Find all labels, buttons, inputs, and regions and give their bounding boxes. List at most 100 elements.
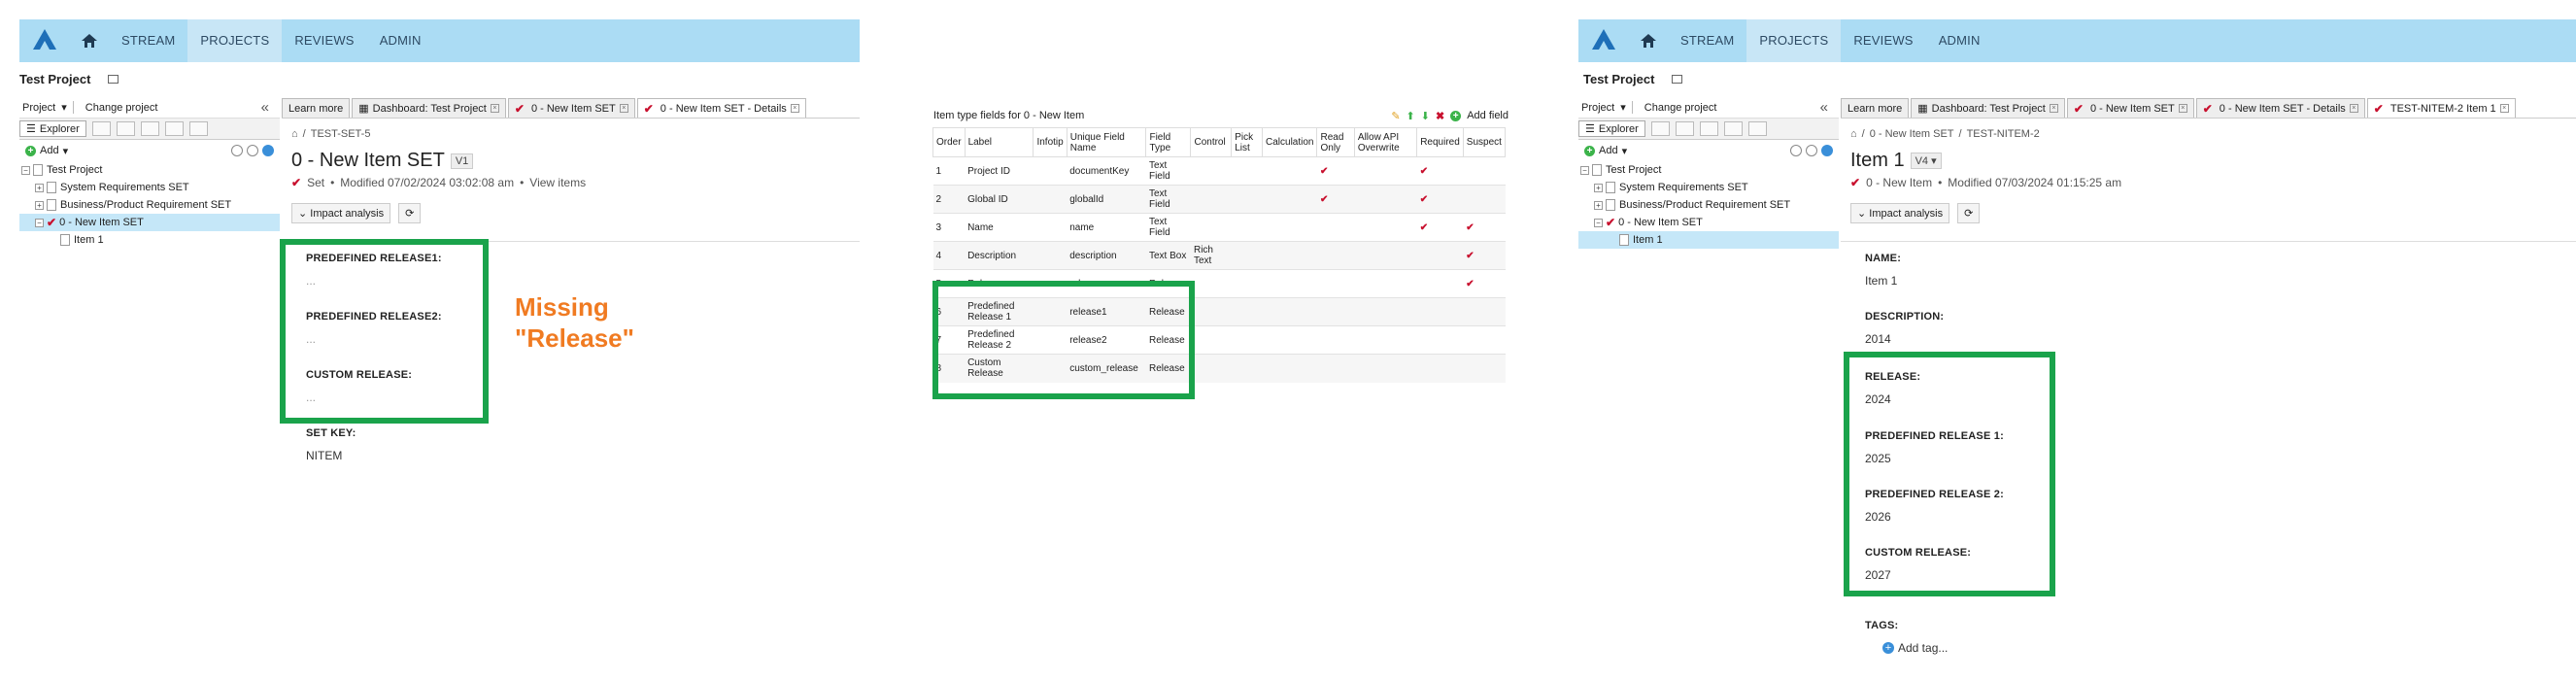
- tree-item-project[interactable]: − Test Project: [19, 161, 280, 179]
- column-header[interactable]: Pick List: [1231, 127, 1263, 157]
- clipboard-icon[interactable]: [1723, 121, 1743, 136]
- tree-item-new-item-set[interactable]: − ✔ 0 - New Item SET: [1578, 214, 1839, 231]
- column-header[interactable]: Field Type: [1145, 127, 1192, 157]
- add-icon[interactable]: +: [25, 145, 36, 156]
- tab-dashboard[interactable]: ▦ Dashboard: Test Project ×: [1911, 98, 2065, 118]
- refresh-icon[interactable]: ⟳: [398, 203, 422, 223]
- arrow-down-icon[interactable]: ⬇: [1421, 110, 1430, 122]
- refresh-icon[interactable]: [1806, 145, 1817, 156]
- chevron-down-icon[interactable]: ▾: [63, 145, 69, 157]
- collapse-sidebar-icon[interactable]: «: [1817, 99, 1831, 116]
- chevron-down-icon[interactable]: ▾: [1617, 101, 1629, 114]
- window-icon[interactable]: [140, 121, 159, 136]
- column-header[interactable]: Label: [964, 127, 1034, 157]
- change-project-link[interactable]: Change project: [83, 102, 161, 114]
- tab-set-details[interactable]: ✔ 0 - New Item SET - Details ×: [2195, 98, 2365, 118]
- help-icon[interactable]: [262, 145, 274, 156]
- close-icon[interactable]: ×: [790, 104, 799, 113]
- tab-explorer[interactable]: ☰ Explorer: [19, 120, 86, 137]
- expand-icon[interactable]: +: [35, 200, 44, 210]
- close-icon[interactable]: ×: [490, 104, 499, 113]
- add-button[interactable]: Add: [1599, 145, 1618, 156]
- app-logo-icon[interactable]: [19, 19, 70, 62]
- close-icon[interactable]: ×: [2049, 104, 2058, 113]
- add-field-button[interactable]: Add field: [1467, 110, 1508, 121]
- tab-new-item-set[interactable]: ✔ 0 - New Item SET ×: [2066, 98, 2194, 118]
- table-row[interactable]: 4 Description description Text Box Rich Text…: [932, 241, 1506, 270]
- nav-projects[interactable]: PROJECTS: [187, 19, 283, 62]
- impact-analysis-button[interactable]: ⌄ Impact analysis: [291, 203, 391, 223]
- column-header[interactable]: Required: [1416, 127, 1464, 157]
- nav-admin[interactable]: ADMIN: [367, 19, 434, 62]
- project-menu[interactable]: Project: [1578, 102, 1617, 114]
- version-dropdown[interactable]: V4 ▾: [1910, 153, 1942, 169]
- tree-item-new-item-set[interactable]: − ✔ 0 - New Item SET: [19, 214, 280, 231]
- nav-reviews[interactable]: REVIEWS: [1841, 19, 1925, 62]
- collapse-icon[interactable]: −: [1580, 165, 1589, 175]
- tab-dashboard[interactable]: ▦ Dashboard: Test Project ×: [352, 98, 506, 118]
- close-icon[interactable]: ×: [2178, 104, 2187, 113]
- tree-item-system-req[interactable]: + System Requirements SET: [19, 179, 280, 196]
- tab-learn-more[interactable]: Learn more: [1841, 98, 1910, 118]
- help-icon[interactable]: [1821, 145, 1833, 156]
- project-icon[interactable]: ⌂: [1850, 128, 1857, 140]
- collapse-sidebar-icon[interactable]: «: [258, 99, 272, 116]
- expand-icon[interactable]: +: [1594, 200, 1603, 210]
- close-icon[interactable]: ×: [2499, 104, 2509, 113]
- table-row[interactable]: 2 Global ID globalId Text Field ✔ ✔: [932, 185, 1506, 214]
- change-project-link[interactable]: Change project: [1642, 102, 1720, 114]
- column-header[interactable]: Read Only: [1316, 127, 1355, 157]
- chevron-down-icon[interactable]: ▾: [1622, 145, 1628, 157]
- collapse-icon[interactable]: −: [1594, 218, 1603, 227]
- expand-icon[interactable]: +: [35, 183, 44, 192]
- home-icon[interactable]: [1629, 33, 1668, 49]
- tab-set-details[interactable]: ✔ 0 - New Item SET - Details ×: [636, 98, 806, 118]
- column-header[interactable]: Infotip: [1033, 127, 1068, 157]
- tree-item-business-req[interactable]: + Business/Product Requirement SET: [19, 196, 280, 214]
- refresh-icon[interactable]: ⟳: [1957, 203, 1981, 223]
- filter-icon[interactable]: [1650, 121, 1670, 136]
- tree-item-business-req[interactable]: + Business/Product Requirement SET: [1578, 196, 1839, 214]
- column-header[interactable]: Calculation: [1261, 127, 1318, 157]
- settings-icon[interactable]: [231, 145, 243, 156]
- project-settings-icon[interactable]: [1672, 74, 1683, 84]
- home-icon[interactable]: [70, 33, 109, 49]
- close-icon[interactable]: ×: [619, 104, 628, 113]
- tag-icon[interactable]: [188, 121, 208, 136]
- column-header[interactable]: Allow API Overwrite: [1353, 127, 1418, 157]
- collapse-icon[interactable]: −: [35, 218, 44, 227]
- tree-item-item1[interactable]: Item 1: [1578, 231, 1839, 249]
- arrow-up-icon[interactable]: ⬆: [1407, 110, 1415, 122]
- edit-icon[interactable]: ✎: [1391, 110, 1400, 122]
- grid-icon[interactable]: [116, 121, 135, 136]
- tag-icon[interactable]: [1747, 121, 1767, 136]
- expand-icon[interactable]: +: [1594, 183, 1603, 192]
- nav-stream[interactable]: STREAM: [109, 19, 187, 62]
- tab-explorer[interactable]: ☰ Explorer: [1578, 120, 1645, 137]
- tab-new-item-set[interactable]: ✔ 0 - New Item SET ×: [507, 98, 635, 118]
- delete-icon[interactable]: ✖: [1436, 110, 1444, 122]
- column-header[interactable]: Order: [932, 127, 966, 157]
- settings-icon[interactable]: [1790, 145, 1802, 156]
- chevron-down-icon[interactable]: ▾: [58, 101, 70, 114]
- project-menu[interactable]: Project: [19, 102, 58, 114]
- nav-stream[interactable]: STREAM: [1668, 19, 1746, 62]
- clipboard-icon[interactable]: [164, 121, 184, 136]
- refresh-icon[interactable]: [247, 145, 258, 156]
- tree-item-system-req[interactable]: + System Requirements SET: [1578, 179, 1839, 196]
- add-icon[interactable]: +: [1450, 110, 1462, 121]
- nav-projects[interactable]: PROJECTS: [1746, 19, 1842, 62]
- nav-admin[interactable]: ADMIN: [1926, 19, 1993, 62]
- collapse-icon[interactable]: −: [21, 165, 30, 175]
- project-settings-icon[interactable]: [108, 74, 119, 84]
- impact-analysis-button[interactable]: ⌄ Impact analysis: [1850, 203, 1950, 223]
- tree-item-item1[interactable]: Item 1: [19, 231, 280, 249]
- tab-item1[interactable]: ✔ TEST-NITEM-2 Item 1 ×: [2366, 98, 2516, 118]
- filter-icon[interactable]: [91, 121, 111, 136]
- table-row[interactable]: 1 Project ID documentKey Text Field ✔ ✔: [932, 156, 1506, 186]
- add-button[interactable]: Add: [40, 145, 59, 156]
- add-icon[interactable]: +: [1584, 145, 1595, 156]
- app-logo-icon[interactable]: [1578, 19, 1629, 62]
- tree-item-project[interactable]: − Test Project: [1578, 161, 1839, 179]
- add-tag-link[interactable]: + Add tag...: [1882, 641, 1948, 655]
